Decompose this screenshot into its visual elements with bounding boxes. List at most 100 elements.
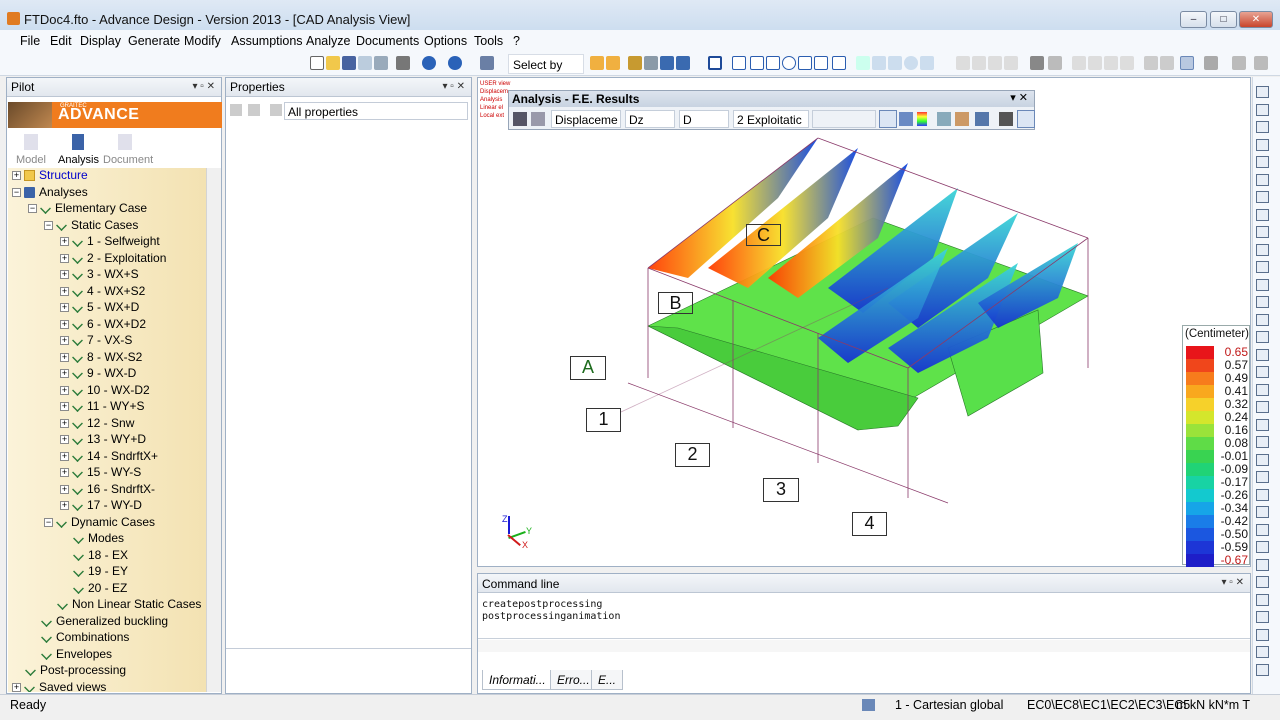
filter-icon[interactable] — [628, 56, 642, 70]
document-tab-icon[interactable] — [118, 134, 132, 150]
box-view-4-icon[interactable] — [1256, 261, 1269, 273]
result-component-dropdown[interactable]: Dz — [625, 110, 675, 128]
minimize-button[interactable]: – — [1180, 11, 1207, 28]
expand-icon[interactable]: + — [60, 385, 69, 395]
tree-item[interactable]: Generalized buckling — [28, 614, 168, 630]
model-tab-icon[interactable] — [24, 134, 38, 150]
fe-results-close-icon[interactable]: ▾ ✕ — [1010, 91, 1028, 104]
tree-item[interactable]: +11 - WY+S — [60, 399, 144, 415]
expand-icon[interactable]: + — [60, 303, 69, 313]
properties-filter-dropdown[interactable]: All properties — [284, 102, 468, 120]
box-view-3-icon[interactable] — [1256, 243, 1269, 256]
result-type-dropdown[interactable]: Displaceme — [551, 110, 621, 128]
redo-icon[interactable] — [448, 56, 462, 70]
tree-item[interactable]: +4 - WX+S2 — [60, 284, 145, 300]
misc-view-6-icon[interactable] — [1256, 611, 1269, 623]
box-view-2-icon[interactable] — [1256, 226, 1269, 238]
load-case-dropdown[interactable]: 2 Exploitatic — [733, 110, 809, 128]
expand-icon[interactable]: + — [60, 237, 69, 247]
grid-icon[interactable] — [1256, 156, 1269, 168]
tree-item[interactable]: Post-processing — [12, 663, 126, 679]
menu-help[interactable]: ? — [513, 34, 520, 48]
expand-icon[interactable]: + — [60, 336, 69, 346]
expand-icon[interactable]: + — [60, 402, 69, 412]
results-toggle-icon[interactable] — [1017, 110, 1035, 128]
box-view-7-icon[interactable] — [1256, 313, 1269, 326]
move-icon[interactable] — [956, 56, 970, 70]
select-tool-2-icon[interactable] — [606, 56, 620, 70]
analysis-tab-icon[interactable] — [72, 134, 84, 150]
tree-item[interactable]: 18 - EX — [60, 548, 128, 564]
menu-generate[interactable]: Generate — [128, 34, 180, 48]
misc-view-4-icon[interactable] — [1256, 576, 1269, 588]
edit-2-icon[interactable] — [1048, 56, 1062, 70]
results-settings-icon[interactable] — [513, 112, 527, 126]
pen-4-icon[interactable] — [1120, 56, 1134, 70]
tree-item[interactable]: +8 - WX-S2 — [60, 350, 142, 366]
magnet-icon[interactable] — [708, 56, 722, 70]
snap-circle-icon[interactable] — [782, 56, 796, 70]
menu-modify[interactable]: Modify — [184, 34, 221, 48]
expand-icon[interactable]: + — [60, 451, 69, 461]
results-scale-icon[interactable] — [917, 112, 927, 126]
misc-view-8-icon[interactable] — [1256, 646, 1269, 658]
collapse-icon[interactable]: − — [12, 187, 21, 197]
expand-icon[interactable]: + — [60, 501, 69, 511]
snap-line-icon[interactable] — [732, 56, 746, 70]
misc-view-icon[interactable] — [1256, 523, 1269, 536]
misc-3-icon[interactable] — [1204, 56, 1218, 70]
preview-icon[interactable] — [358, 56, 372, 70]
pen-3-icon[interactable] — [1104, 56, 1118, 70]
menu-file[interactable]: File — [20, 34, 40, 48]
expand-icon[interactable]: + — [12, 171, 21, 181]
tab-errors[interactable]: Erro... — [550, 670, 597, 690]
render-mode-2-icon[interactable] — [1256, 366, 1269, 378]
at-icon[interactable] — [904, 56, 918, 70]
prop-filter-icon[interactable] — [270, 104, 282, 116]
collapse-icon[interactable]: − — [28, 204, 37, 214]
expand-icon[interactable]: + — [60, 468, 69, 478]
menu-documents[interactable]: Documents — [356, 34, 419, 48]
results-animate-icon[interactable] — [999, 112, 1013, 126]
box-view-8-icon[interactable] — [1256, 331, 1269, 343]
command-line-header-controls[interactable]: ▾ ▫ ✕ — [1222, 577, 1245, 588]
misc-view-9-icon[interactable] — [1256, 663, 1269, 676]
draw-2-icon[interactable] — [872, 56, 886, 70]
misc-icon[interactable] — [1144, 56, 1158, 70]
snap-end-icon[interactable] — [750, 56, 764, 70]
draw-4-icon[interactable] — [920, 56, 934, 70]
box-view-6-icon[interactable] — [1256, 296, 1269, 308]
menu-analyze[interactable]: Analyze — [306, 34, 350, 48]
menu-tools[interactable]: Tools — [474, 34, 503, 48]
tree-item[interactable]: +2 - Exploitation — [60, 251, 166, 267]
view-top-icon[interactable] — [1256, 86, 1269, 98]
tree-item[interactable]: +16 - SndrftX- — [60, 482, 155, 498]
properties-header-controls[interactable]: ▾ ▫ ✕ — [443, 81, 466, 92]
expand-icon[interactable]: + — [12, 682, 21, 692]
expand-icon[interactable]: + — [60, 253, 69, 263]
draw-3-icon[interactable] — [888, 56, 902, 70]
expand-icon[interactable]: + — [60, 418, 69, 428]
tree-item[interactable]: + Structure — [12, 168, 88, 184]
command-input[interactable] — [478, 640, 1250, 652]
tree-item[interactable]: Non Linear Static Cases — [44, 597, 201, 613]
undo-icon[interactable] — [422, 56, 436, 70]
expand-icon[interactable]: + — [60, 352, 69, 362]
layer-icon[interactable] — [480, 56, 494, 70]
box-view-5-icon[interactable] — [1256, 278, 1269, 291]
new-file-icon[interactable] — [310, 56, 324, 70]
tree-item[interactable]: +5 - WX+D — [60, 300, 139, 316]
filter-4-icon[interactable] — [676, 56, 690, 70]
snap-intersection-icon[interactable] — [766, 56, 780, 70]
tree-item[interactable]: +10 - WX-D2 — [60, 383, 150, 399]
expand-icon[interactable]: + — [60, 270, 69, 280]
results-values-icon[interactable] — [937, 112, 951, 126]
view-side-icon[interactable] — [1256, 121, 1269, 133]
tree-item[interactable]: +9 - WX-D — [60, 366, 136, 382]
filter-3-icon[interactable] — [660, 56, 674, 70]
cad-view[interactable]: USER view Displacem Analysis Linear el L… — [477, 77, 1251, 567]
expand-icon[interactable]: + — [60, 369, 69, 379]
move-4-icon[interactable] — [1004, 56, 1018, 70]
tree-item[interactable]: − Analyses — [12, 185, 88, 201]
misc-4-icon[interactable] — [1232, 56, 1246, 70]
